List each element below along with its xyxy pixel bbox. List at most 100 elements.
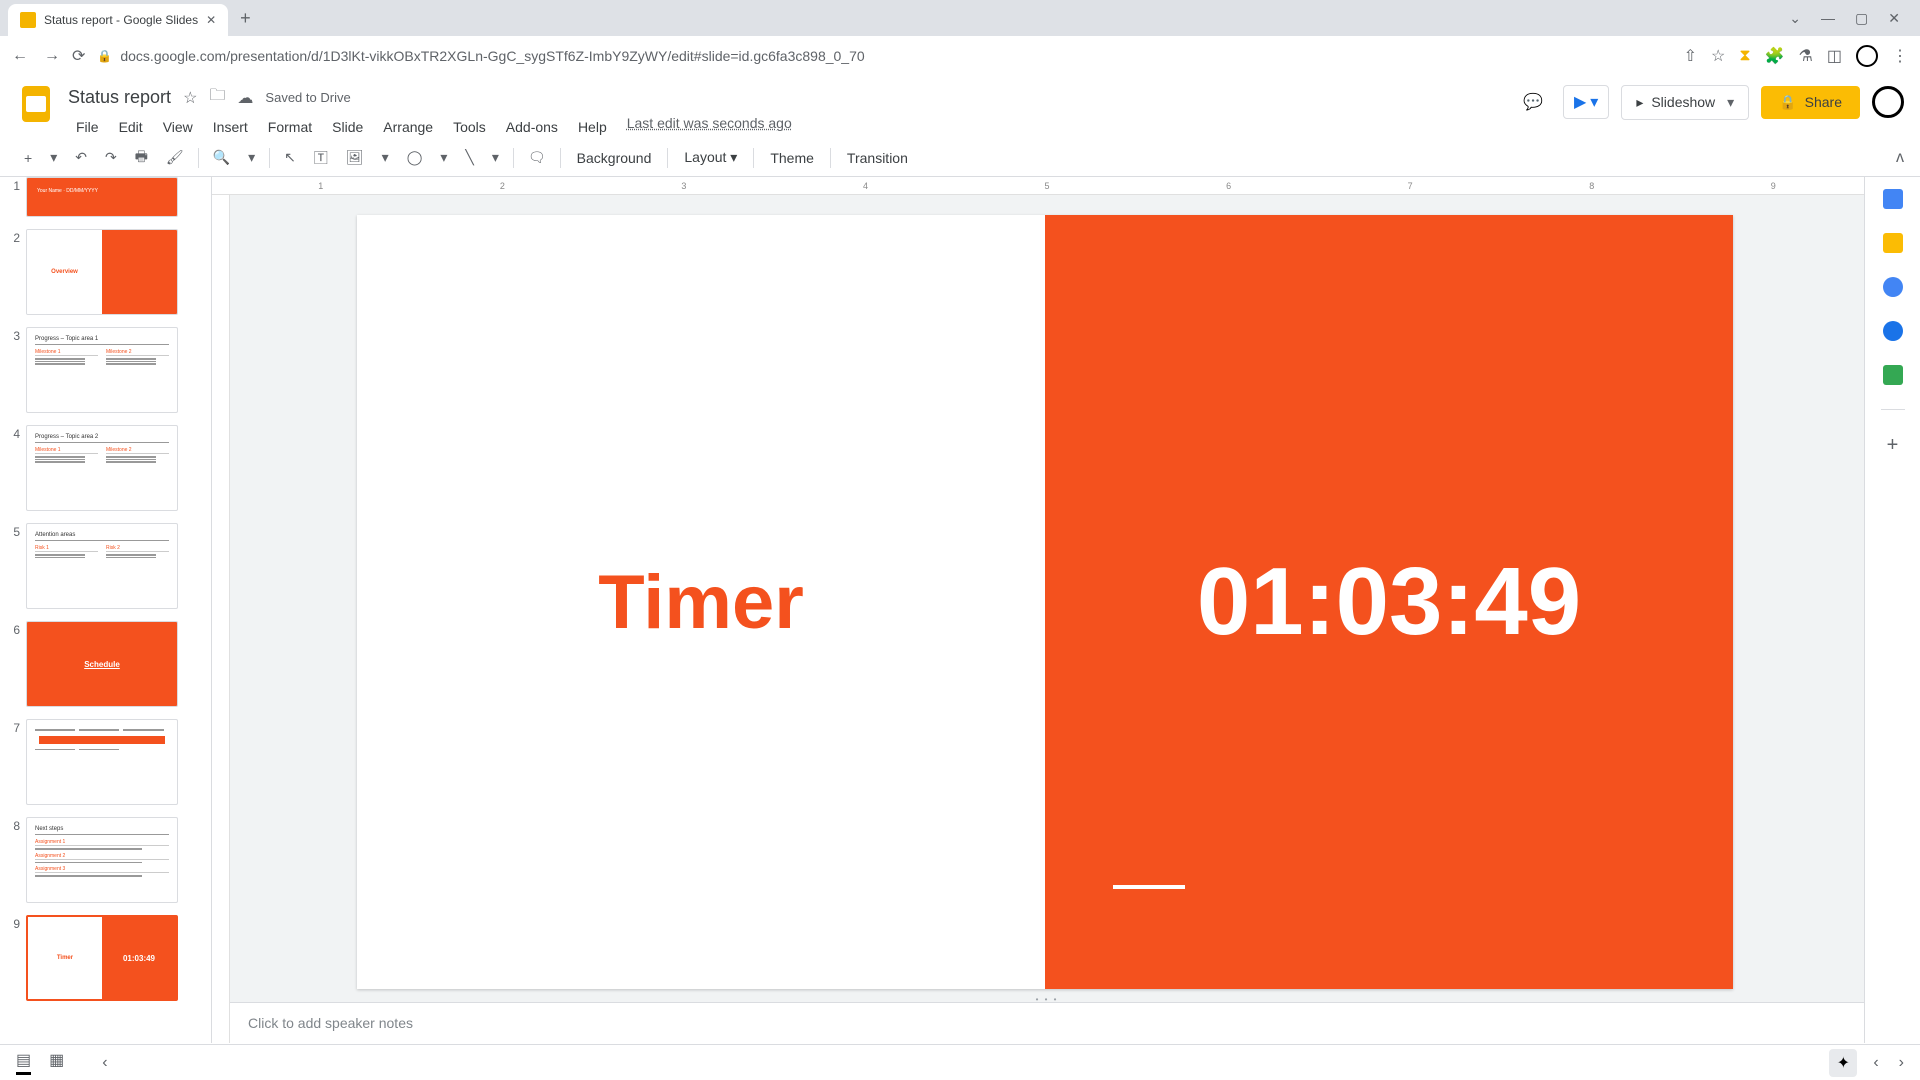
new-tab-button[interactable]: + bbox=[240, 8, 251, 29]
vertical-ruler[interactable] bbox=[212, 195, 230, 1043]
collapse-toolbar-icon[interactable]: ʌ bbox=[1896, 149, 1904, 167]
thumbnail-9[interactable]: Timer01:03:49 bbox=[26, 915, 178, 1001]
prev-icon[interactable]: ‹ bbox=[1873, 1054, 1878, 1072]
extensions-icon[interactable]: 🧩 bbox=[1765, 46, 1785, 66]
close-window-icon[interactable]: ✕ bbox=[1888, 10, 1900, 27]
minimize-icon[interactable]: — bbox=[1821, 10, 1835, 27]
shape-icon[interactable]: ◯ bbox=[399, 143, 431, 172]
thumbnail-7[interactable] bbox=[26, 719, 178, 805]
new-slide-dropdown[interactable]: ▾ bbox=[42, 143, 65, 172]
underline-decoration bbox=[1113, 885, 1185, 889]
maximize-icon[interactable]: ▢ bbox=[1855, 10, 1868, 27]
reload-icon[interactable]: ⟳ bbox=[72, 46, 85, 66]
forward-icon[interactable]: → bbox=[44, 47, 60, 65]
thumbnail-2[interactable]: Overview bbox=[26, 229, 178, 315]
image-dropdown[interactable]: ▾ bbox=[374, 143, 397, 172]
shape-dropdown[interactable]: ▾ bbox=[432, 143, 455, 172]
thumbnail-rail[interactable]: 1 Your Name · DD/MM/YYYY 2 Overview 3 Pr… bbox=[0, 177, 212, 1043]
thumbnail-3[interactable]: Progress – Topic area 1Milestone 1Milest… bbox=[26, 327, 178, 413]
window-controls: ⌄ — ▢ ✕ bbox=[1789, 10, 1912, 27]
star-outline-icon[interactable]: ☆ bbox=[183, 88, 197, 108]
collapse-rail-icon[interactable]: ‹ bbox=[102, 1054, 107, 1072]
speaker-notes[interactable]: Click to add speaker notes bbox=[230, 1002, 1864, 1043]
menu-edit[interactable]: Edit bbox=[111, 115, 151, 139]
filmstrip-view-icon[interactable]: ▤ bbox=[16, 1050, 31, 1075]
url-box[interactable]: 🔒 docs.google.com/presentation/d/1D3lKt-… bbox=[97, 48, 1671, 64]
menu-addons[interactable]: Add-ons bbox=[498, 115, 566, 139]
menu-arrange[interactable]: Arrange bbox=[375, 115, 441, 139]
slideshow-button[interactable]: ▸ Slideshow ▾ bbox=[1621, 85, 1749, 120]
footer: ▤ ▦ ‹ ✦ ‹ › bbox=[0, 1044, 1920, 1080]
slides-logo[interactable] bbox=[16, 84, 56, 124]
new-slide-button[interactable]: + bbox=[16, 144, 40, 172]
layout-button[interactable]: Layout ▾ bbox=[674, 143, 747, 172]
slide-title-text[interactable]: Timer bbox=[598, 559, 804, 646]
share-page-icon[interactable]: ⇧ bbox=[1684, 46, 1697, 66]
menu-file[interactable]: File bbox=[68, 115, 107, 139]
sidepanel-icon[interactable]: ◫ bbox=[1827, 46, 1842, 66]
thumbnail-4[interactable]: Progress – Topic area 2Milestone 1Milest… bbox=[26, 425, 178, 511]
move-folder-icon[interactable]: 🗀 bbox=[209, 84, 225, 111]
theme-button[interactable]: Theme bbox=[760, 144, 824, 172]
explore-button[interactable]: ✦ bbox=[1829, 1049, 1857, 1077]
last-edit-link[interactable]: Last edit was seconds ago bbox=[627, 115, 792, 139]
paint-format-icon[interactable]: 🖌 bbox=[158, 143, 192, 172]
kebab-icon[interactable]: ⋮ bbox=[1892, 46, 1908, 66]
add-addon-icon[interactable]: + bbox=[1887, 434, 1899, 457]
undo-icon[interactable]: ↶ bbox=[67, 143, 95, 172]
timer-value[interactable]: 01:03:49 bbox=[1197, 547, 1581, 657]
next-icon[interactable]: › bbox=[1899, 1054, 1904, 1072]
transition-button[interactable]: Transition bbox=[837, 144, 918, 172]
browser-tab[interactable]: Status report - Google Slides ✕ bbox=[8, 4, 228, 36]
textbox-icon[interactable]: 🅃 bbox=[306, 142, 336, 174]
menu-insert[interactable]: Insert bbox=[205, 115, 256, 139]
keep-icon[interactable] bbox=[1883, 233, 1903, 253]
cloud-icon[interactable]: ☁ bbox=[237, 88, 253, 108]
calendar-icon[interactable] bbox=[1883, 189, 1903, 209]
menu-bar: File Edit View Insert Format Slide Arran… bbox=[68, 115, 1503, 139]
thumbnail-6[interactable]: Schedule bbox=[26, 621, 178, 707]
chevron-down-icon[interactable]: ▾ bbox=[1727, 94, 1734, 111]
line-icon[interactable]: ╲ bbox=[457, 143, 481, 172]
background-button[interactable]: Background bbox=[567, 144, 662, 172]
zoom-icon[interactable]: 🔍 bbox=[205, 143, 238, 172]
comment-icon[interactable]: 🗨 bbox=[520, 143, 554, 172]
menu-tools[interactable]: Tools bbox=[445, 115, 494, 139]
ext-flask-icon[interactable]: ⚗ bbox=[1799, 46, 1813, 66]
contacts-icon[interactable] bbox=[1883, 321, 1903, 341]
comments-icon[interactable]: 💬 bbox=[1515, 84, 1551, 120]
close-icon[interactable]: ✕ bbox=[206, 13, 216, 27]
redo-icon[interactable]: ↷ bbox=[97, 143, 125, 172]
slide-canvas[interactable]: Timer 01:03:49 bbox=[357, 215, 1733, 989]
thumb-number: 2 bbox=[8, 229, 20, 245]
slide-right-half[interactable]: 01:03:49 bbox=[1045, 215, 1733, 989]
menu-format[interactable]: Format bbox=[260, 115, 320, 139]
ext-hourglass-icon[interactable]: ⧗ bbox=[1739, 47, 1750, 65]
maps-icon[interactable] bbox=[1883, 365, 1903, 385]
line-dropdown[interactable]: ▾ bbox=[484, 143, 507, 172]
thumbnail-5[interactable]: Attention areasRisk 1Risk 2 bbox=[26, 523, 178, 609]
thumbnail-8[interactable]: Next stepsAssignment 1Assignment 2Assign… bbox=[26, 817, 178, 903]
star-icon[interactable]: ☆ bbox=[1711, 46, 1725, 66]
horizontal-ruler[interactable]: 123456789 bbox=[212, 177, 1864, 195]
thumbnail-1[interactable]: Your Name · DD/MM/YYYY bbox=[26, 177, 178, 217]
zoom-dropdown[interactable]: ▾ bbox=[240, 143, 263, 172]
menu-help[interactable]: Help bbox=[570, 115, 615, 139]
slide-left-half[interactable]: Timer bbox=[357, 215, 1045, 989]
chevron-down-icon[interactable]: ⌄ bbox=[1789, 10, 1801, 27]
tasks-icon[interactable] bbox=[1883, 277, 1903, 297]
share-button[interactable]: 🔒 Share bbox=[1761, 86, 1860, 119]
back-icon[interactable]: ← bbox=[12, 47, 28, 65]
present-dropdown[interactable]: ▶ ▾ bbox=[1563, 85, 1609, 119]
print-icon[interactable]: 🖶 bbox=[127, 140, 156, 176]
doc-title[interactable]: Status report bbox=[68, 87, 171, 108]
profile-avatar[interactable] bbox=[1856, 45, 1878, 67]
image-icon[interactable]: 🖼 bbox=[338, 143, 372, 172]
select-tool-icon[interactable]: ↖ bbox=[276, 143, 304, 172]
doc-info: Status report ☆ 🗀 ☁ Saved to Drive File … bbox=[68, 84, 1503, 139]
account-avatar[interactable] bbox=[1872, 86, 1904, 118]
canvas-scroll[interactable]: Timer 01:03:49 bbox=[212, 195, 1864, 996]
menu-view[interactable]: View bbox=[155, 115, 201, 139]
grid-view-icon[interactable]: ▦ bbox=[49, 1050, 64, 1075]
menu-slide[interactable]: Slide bbox=[324, 115, 371, 139]
